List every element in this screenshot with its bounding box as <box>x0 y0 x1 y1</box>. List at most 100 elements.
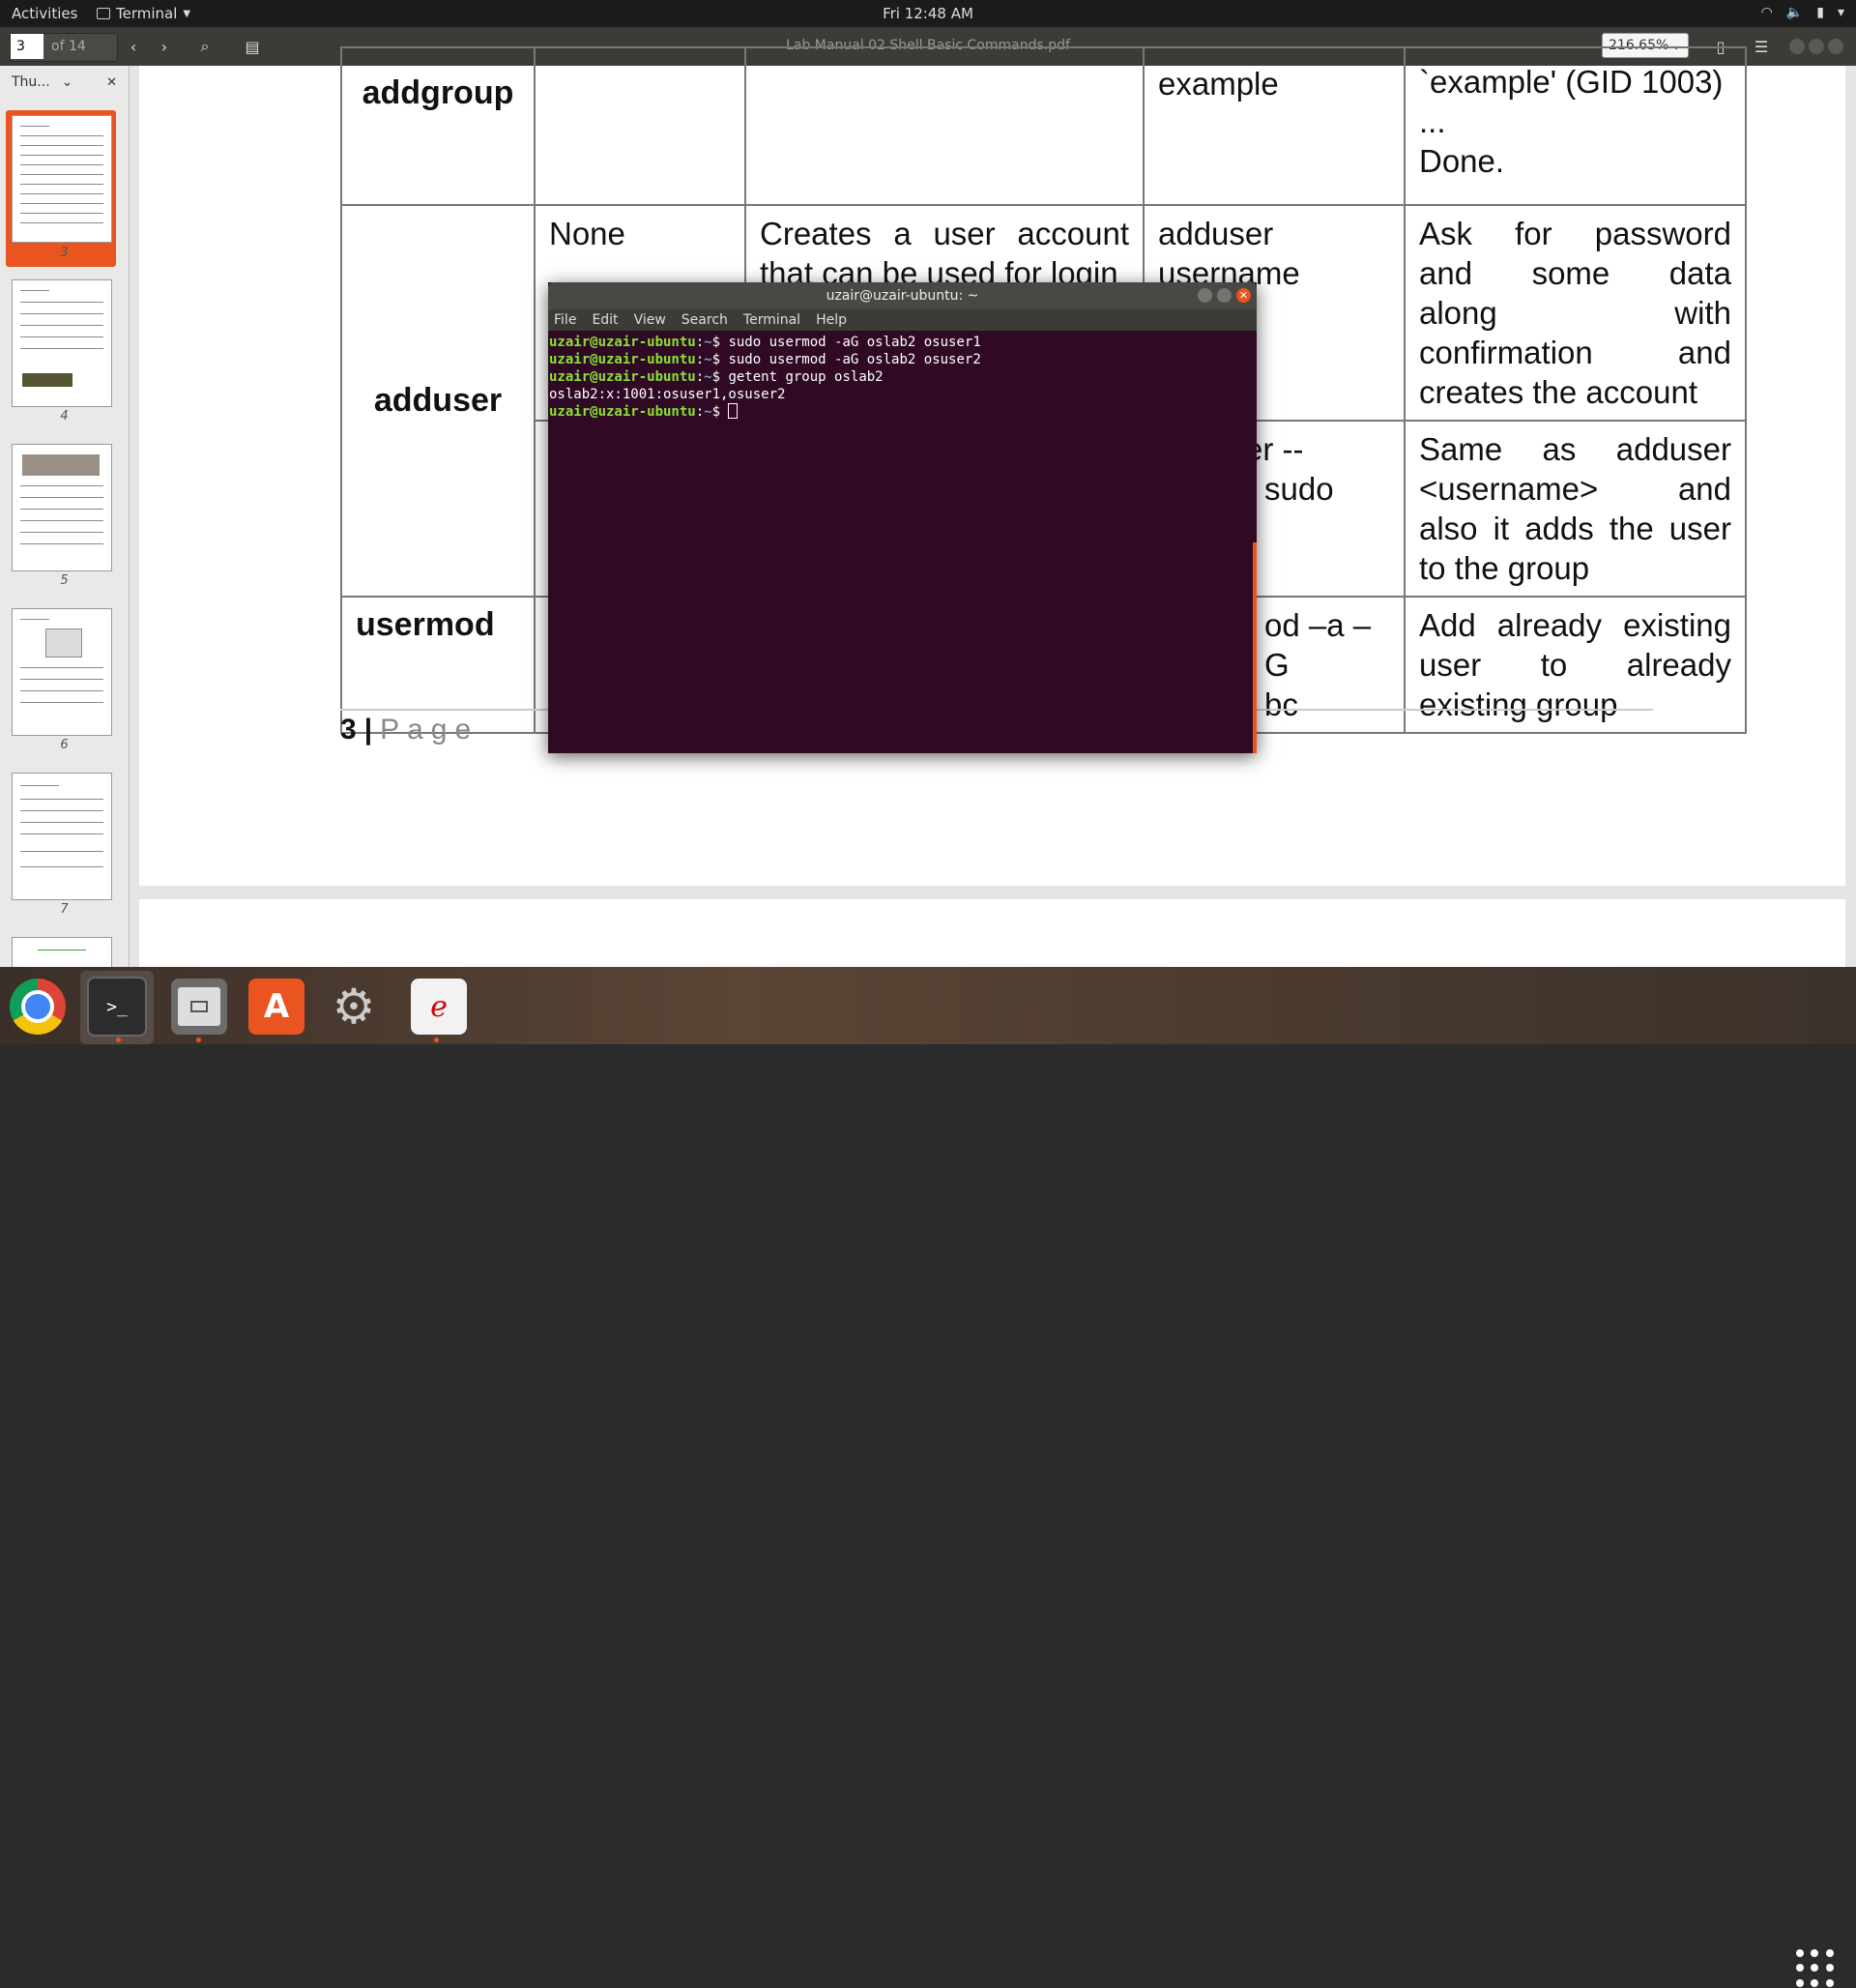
prompt-separator: : <box>695 335 705 350</box>
cell-line: Same as adduser <box>1419 431 1731 467</box>
terminal-cursor <box>728 403 739 419</box>
chevron-down-icon[interactable]: ⌄ <box>62 74 73 90</box>
table-cell-output: `example' (GID 1003) ... Done. <box>1404 46 1747 206</box>
page-footer: 3 | Page <box>340 714 478 746</box>
menu-terminal[interactable]: Terminal <box>743 312 800 331</box>
thumbnail-page-3[interactable] <box>12 115 112 243</box>
prompt-user: uzair@uzair-ubuntu <box>549 352 696 367</box>
cell-line: and some data <box>1419 255 1731 291</box>
command-text: sudo usermod -aG oslab2 osuser2 <box>728 352 981 367</box>
thumbnail-page-4[interactable] <box>12 279 112 407</box>
maximize-button[interactable] <box>1217 288 1232 303</box>
previous-page-button[interactable]: ‹ <box>120 33 147 60</box>
app-menu[interactable]: Terminal ▼ <box>97 5 190 22</box>
cell-line: Creates a user account <box>760 216 1129 251</box>
files-icon[interactable] <box>171 979 227 1035</box>
show-applications-button[interactable] <box>1796 1949 1835 1988</box>
prompt-separator: : <box>695 404 705 420</box>
command-text: getent group oslab2 <box>728 369 884 385</box>
hamburger-menu-button[interactable]: ☰ <box>1748 33 1775 60</box>
thumbnail-label: 7 <box>60 902 69 917</box>
battery-icon: ▮ <box>1816 5 1824 20</box>
settings-icon[interactable]: ⚙ <box>326 979 382 1035</box>
cell-line: Ask for password <box>1419 216 1731 251</box>
clock[interactable]: Fri 12:48 AM <box>0 5 1856 22</box>
prompt-separator: : <box>695 369 705 385</box>
cell-line: existing group <box>1419 687 1618 722</box>
cell-line: to the group <box>1419 550 1590 586</box>
table-cell-option <box>534 46 746 206</box>
close-icon[interactable]: ✕ <box>106 75 117 90</box>
terminal-scroll-edge <box>1253 542 1257 753</box>
terminal-command-line: uzair@uzair-ubuntu:~$ sudo usermod -aG o… <box>549 351 1256 368</box>
search-icon: ⌕ <box>200 37 210 55</box>
thumbnail-page-8[interactable] <box>12 937 112 967</box>
thumbnail-label: 6 <box>60 738 69 752</box>
sidebar-mode-select[interactable]: Thu... <box>12 74 50 90</box>
terminal-glyph: >_ <box>106 996 128 1017</box>
chevron-down-icon: ▼ <box>183 8 191 19</box>
thumbnail-page-6[interactable] <box>12 608 112 736</box>
cell-line: Add already existing <box>1419 607 1731 643</box>
document-viewer-icon[interactable]: ℯ <box>411 979 467 1035</box>
chrome-icon[interactable] <box>10 979 66 1035</box>
page-footer-word: Page <box>380 714 479 746</box>
prompt-path: ~ <box>704 335 712 350</box>
annotations-button[interactable]: ▤ <box>239 33 266 60</box>
terminal-title: uzair@uzair-ubuntu: ~ <box>826 288 979 304</box>
table-cell-command: adduser <box>340 204 536 598</box>
software-icon[interactable]: A <box>248 979 304 1035</box>
terminal-output-line: oslab2:x:1001:osuser1,osuser2 <box>549 387 786 402</box>
cell-line: creates the account <box>1419 374 1698 410</box>
terminal-icon[interactable]: >_ <box>87 977 147 1037</box>
terminal-window[interactable]: uzair@uzair-ubuntu: ~ ✕ File Edit View S… <box>548 282 1257 753</box>
thumbnail-sidebar: Thu... ⌄ ✕ 3 4 5 6 7 <box>0 66 130 967</box>
dock: >_ A ⚙ ℯ <box>0 967 1856 1987</box>
terminal-small-icon <box>97 8 110 19</box>
terminal-menubar: File Edit View Search Terminal Help <box>548 309 1257 331</box>
page-number-input[interactable] <box>11 34 44 59</box>
cell-line: Done. <box>1419 143 1505 179</box>
prompt-user: uzair@uzair-ubuntu <box>549 404 696 420</box>
terminal-titlebar[interactable]: uzair@uzair-ubuntu: ~ ✕ <box>548 282 1257 309</box>
close-button[interactable]: ✕ <box>1236 288 1251 303</box>
prompt-symbol: $ <box>711 335 729 350</box>
clipboard-icon: ▤ <box>245 37 260 56</box>
prompt-user: uzair@uzair-ubuntu <box>549 335 696 350</box>
activities-button[interactable]: Activities <box>12 5 77 22</box>
page-footer-separator: | <box>363 714 373 746</box>
cell-line: confirmation and <box>1419 335 1731 370</box>
prompt-symbol: $ <box>711 352 729 367</box>
table-row: addgroup example `example' (GID 1003) ..… <box>340 46 1747 206</box>
reader-glyph: ℯ <box>430 989 448 1024</box>
menu-search[interactable]: Search <box>682 312 728 331</box>
table-cell-description <box>744 46 1145 206</box>
minimize-button[interactable] <box>1789 39 1805 54</box>
menu-help[interactable]: Help <box>816 312 847 331</box>
thumbnail-page-7[interactable] <box>12 773 112 900</box>
next-page-button[interactable]: › <box>151 33 178 60</box>
minimize-button[interactable] <box>1198 288 1212 303</box>
search-button[interactable]: ⌕ <box>191 33 218 60</box>
running-indicator <box>434 1038 439 1042</box>
software-glyph: A <box>263 987 290 1026</box>
menu-view[interactable]: View <box>634 312 666 331</box>
command-text: sudo usermod -aG oslab2 osuser1 <box>728 335 981 350</box>
top-bar: Activities Terminal ▼ Fri 12:48 AM ◠ 🔈 ▮… <box>0 0 1856 27</box>
power-menu-chevron-icon: ▾ <box>1837 5 1844 20</box>
prompt-path: ~ <box>704 352 712 367</box>
cell-line: example <box>1158 66 1279 102</box>
cell-line: <username> and <box>1419 471 1731 507</box>
maximize-button[interactable] <box>1809 39 1824 54</box>
thumbnail-label: 3 <box>60 246 69 260</box>
thumbnail-page-5[interactable] <box>12 444 112 571</box>
close-button[interactable] <box>1828 39 1843 54</box>
terminal-screen[interactable]: uzair@uzair-ubuntu:~$ sudo usermod -aG o… <box>548 331 1257 424</box>
terminal-command-line: uzair@uzair-ubuntu:~$ <box>549 403 1256 421</box>
menu-file[interactable]: File <box>554 312 576 331</box>
prompt-symbol: $ <box>711 369 729 385</box>
system-tray[interactable]: ◠ 🔈 ▮ ▾ <box>1761 5 1844 20</box>
menu-edit[interactable]: Edit <box>592 312 618 331</box>
terminal-command-line: uzair@uzair-ubuntu:~$ sudo usermod -aG o… <box>549 334 1256 351</box>
cell-line: `example' (GID 1003) <box>1419 64 1724 100</box>
